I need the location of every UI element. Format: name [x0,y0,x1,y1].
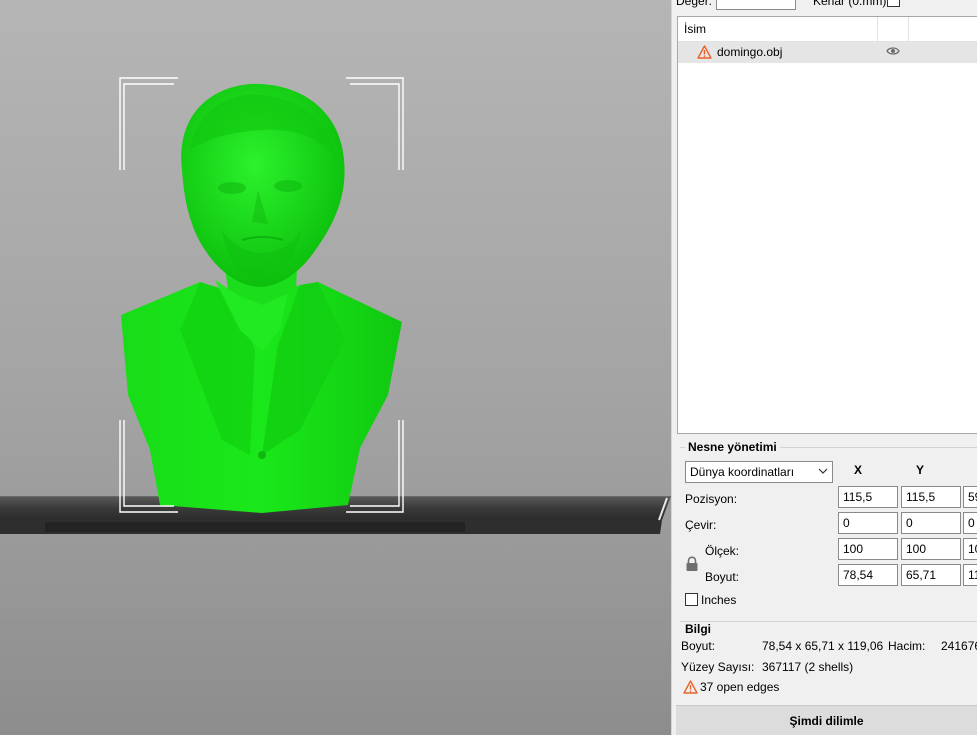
3d-viewport[interactable] [0,0,671,735]
coordinate-system-value: Dünya koordinatları [690,465,795,479]
scene [0,77,671,534]
inches-checkbox[interactable] [685,593,698,606]
value-input[interactable] [716,0,796,10]
info-volume-value: 241676 [941,639,977,653]
size-x-input[interactable]: 78,54 [838,564,898,586]
open-edges-warning: 37 open edges [700,680,780,694]
inches-label: Inches [701,593,737,607]
size-y-input[interactable]: 65,71 [901,564,961,586]
warning-icon [697,45,712,59]
scale-x-input[interactable]: 100 [838,538,898,560]
axis-y-label: Y [916,463,925,477]
scale-z-input[interactable]: 10 [963,538,977,560]
info-group [680,621,977,622]
info-volume-label: Hacim: [888,639,926,653]
info-size-label: Boyut: [681,639,716,653]
edge-label: Kenar (0.mm): [813,0,890,8]
position-z-input[interactable]: 59 [963,486,977,508]
chevron-down-icon [818,468,828,474]
position-label: Pozisyon: [685,492,738,506]
rotation-z-input[interactable]: 0 [963,512,977,534]
rotation-label: Çevir: [685,518,717,532]
scale-y-input[interactable]: 100 [901,538,961,560]
object-list[interactable]: İsim domingo.obj [677,16,977,434]
rotation-x-input[interactable]: 0 [838,512,898,534]
object-manipulation-title: Nesne yönetimi [685,440,780,454]
top-bar: Değer: Kenar (0.mm): [676,0,977,10]
bust-model[interactable] [121,83,402,513]
lock-icon[interactable] [685,556,699,572]
object-list-header: İsim [678,17,977,42]
info-facets-label: Yüzey Sayısı: [681,660,755,674]
scale-label: Ölçek: [705,544,740,558]
position-y-input[interactable]: 115,5 [901,486,961,508]
eye-icon[interactable] [886,46,900,56]
size-label: Boyut: [705,570,740,584]
column-name-header[interactable]: İsim [678,17,706,41]
info-size-value: 78,54 x 65,71 x 119,06 [762,639,884,653]
info-facets-value: 367117 (2 shells) [762,660,854,674]
warning-icon [683,680,698,694]
info-title: Bilgi [682,622,714,636]
slice-now-button[interactable]: Şimdi dilimle [676,705,977,735]
edge-checkbox[interactable] [887,0,900,7]
axis-x-label: X [854,463,863,477]
position-x-input[interactable]: 115,5 [838,486,898,508]
object-row[interactable]: domingo.obj [678,42,977,63]
coordinate-system-dropdown[interactable]: Dünya koordinatları [685,461,833,483]
rotation-y-input[interactable]: 0 [901,512,961,534]
size-z-input[interactable]: 11 [963,564,977,586]
right-panel: Değer: Kenar (0.mm): İsim domingo.obj Ne… [676,0,977,735]
object-name: domingo.obj [717,45,783,59]
value-label: Değer: [676,0,713,8]
